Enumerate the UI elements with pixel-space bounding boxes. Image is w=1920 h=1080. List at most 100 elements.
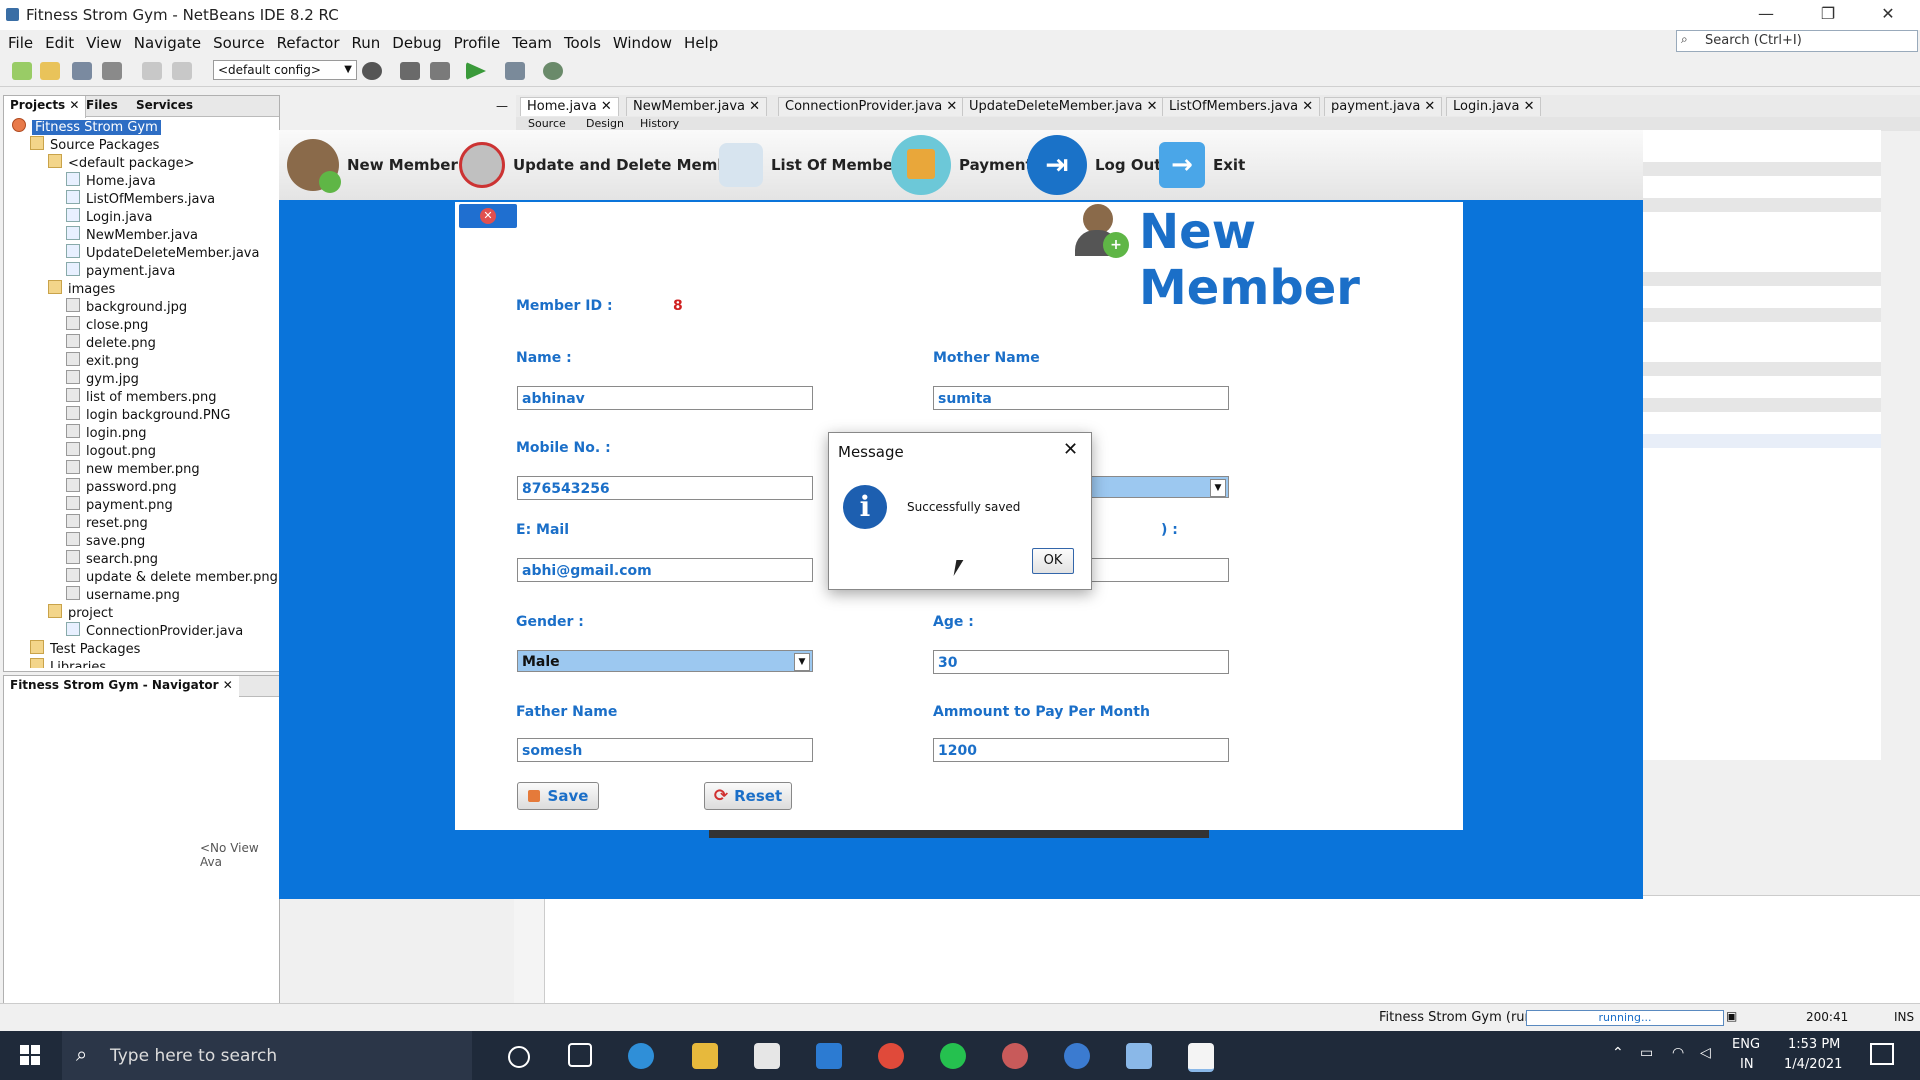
tree-item[interactable]: Libraries — [30, 658, 106, 668]
config-select[interactable]: <default config> ▼ — [213, 60, 357, 80]
language-primary[interactable]: ENG — [1732, 1037, 1760, 1052]
tree-item[interactable]: delete.png — [66, 334, 156, 352]
menu-view[interactable]: View — [80, 32, 128, 54]
tree-item[interactable]: UpdateDeleteMember.java — [66, 244, 259, 262]
menu-profile[interactable]: Profile — [448, 32, 507, 54]
reset-button[interactable]: ⟳ Reset — [704, 782, 792, 810]
volume-icon[interactable]: ◁ — [1700, 1045, 1711, 1061]
editor-tab-updatedeletemember[interactable]: UpdateDeleteMember.java ✕ — [962, 97, 1165, 116]
netbeans-icon[interactable] — [1126, 1043, 1152, 1069]
undo-icon[interactable] — [142, 62, 162, 80]
nav-list-members-button[interactable]: List Of Members — [719, 130, 910, 200]
minimize-panel-icon[interactable]: — — [496, 99, 508, 113]
notification-icon[interactable] — [1870, 1043, 1894, 1065]
wifi-icon[interactable]: ◠ — [1672, 1045, 1684, 1061]
tree-item[interactable]: gym.jpg — [66, 370, 139, 388]
tree-item[interactable]: images — [48, 280, 115, 298]
file-explorer-icon[interactable] — [692, 1043, 718, 1069]
tree-item[interactable]: list of members.png — [66, 388, 216, 406]
qbittorrent-icon[interactable] — [1064, 1043, 1090, 1069]
tree-item[interactable]: save.png — [66, 532, 145, 550]
menu-window[interactable]: Window — [607, 32, 678, 54]
profile-icon[interactable] — [543, 62, 563, 80]
tree-item[interactable]: ConnectionProvider.java — [66, 622, 243, 640]
restore-icon[interactable]: ❐ — [1808, 4, 1848, 26]
mother-name-field[interactable]: sumita — [933, 386, 1229, 410]
editor-tab-payment[interactable]: payment.java ✕ — [1324, 97, 1443, 116]
menu-edit[interactable]: Edit — [39, 32, 80, 54]
task-view-icon[interactable] — [568, 1043, 592, 1067]
nav-exit-button[interactable]: → Exit — [1159, 130, 1245, 200]
tree-item[interactable]: close.png — [66, 316, 148, 334]
chevron-up-icon[interactable]: ⌃ — [1612, 1045, 1624, 1061]
clean-build-icon[interactable] — [430, 62, 450, 80]
tree-item[interactable]: login.png — [66, 424, 147, 442]
tree-item[interactable]: Test Packages — [30, 640, 140, 658]
chrome-icon[interactable] — [878, 1043, 904, 1069]
close-form-button[interactable]: ✕ — [459, 204, 517, 228]
open-project-icon[interactable] — [72, 62, 92, 80]
close-window-icon[interactable]: ✕ — [1868, 4, 1908, 26]
tab-services[interactable]: Services — [130, 96, 199, 118]
save-all-icon[interactable] — [102, 62, 122, 80]
tree-item[interactable]: Home.java — [66, 172, 156, 190]
java-icon[interactable] — [1188, 1043, 1214, 1072]
tree-item[interactable]: login background.PNG — [66, 406, 230, 424]
tree-item[interactable]: password.png — [66, 478, 177, 496]
tree-item[interactable]: reset.png — [66, 514, 148, 532]
cortana-icon[interactable] — [508, 1046, 530, 1068]
nav-update-delete-button[interactable]: Update and Delete Member — [459, 130, 746, 200]
ide-search-input[interactable]: ⌕ Search (Ctrl+I) — [1676, 30, 1918, 52]
tab-navigator[interactable]: Fitness Strom Gym - Navigator ✕ — [4, 676, 239, 698]
editor-tab-listofmembers[interactable]: ListOfMembers.java ✕ — [1162, 97, 1321, 116]
cancel-process-icon[interactable]: ▣ — [1726, 1009, 1737, 1023]
store-icon[interactable] — [754, 1043, 780, 1069]
menu-run[interactable]: Run — [346, 32, 387, 54]
tree-item[interactable]: new member.png — [66, 460, 200, 478]
age-field[interactable]: 30 — [933, 650, 1229, 674]
mobile-field[interactable]: 876543256 — [517, 476, 813, 500]
editor-tab-home[interactable]: Home.java ✕ — [520, 97, 619, 116]
tree-item[interactable]: logout.png — [66, 442, 156, 460]
nav-logout-button[interactable]: ⇥ Log Out — [1027, 130, 1161, 200]
minimize-icon[interactable]: — — [1746, 4, 1786, 26]
editor-tab-login[interactable]: Login.java ✕ — [1446, 97, 1542, 116]
amount-field[interactable]: 1200 — [933, 738, 1229, 762]
build-hammer-icon[interactable] — [400, 62, 420, 80]
new-file-icon[interactable] — [12, 62, 32, 80]
subtab-history[interactable]: History — [640, 117, 679, 130]
mail-icon[interactable] — [816, 1043, 842, 1069]
redo-icon[interactable] — [172, 62, 192, 80]
editor-tab-newmember[interactable]: NewMember.java ✕ — [626, 97, 768, 116]
menu-help[interactable]: Help — [678, 32, 724, 54]
menu-file[interactable]: File — [2, 32, 39, 54]
email-field[interactable]: abhi@gmail.com — [517, 558, 813, 582]
tree-item[interactable]: NewMember.java — [66, 226, 198, 244]
output-panel[interactable] — [516, 895, 1920, 1004]
tree-item[interactable]: <default package> — [48, 154, 195, 172]
ok-button[interactable]: OK — [1032, 548, 1074, 574]
menu-navigate[interactable]: Navigate — [128, 32, 207, 54]
tree-item[interactable]: Fitness Strom Gym — [12, 118, 161, 136]
run-icon[interactable] — [466, 62, 486, 80]
save-button[interactable]: Save — [517, 782, 599, 810]
tree-item[interactable]: username.png — [66, 586, 180, 604]
nav-payment-button[interactable]: Payment — [891, 130, 1033, 200]
whatsapp-icon[interactable] — [940, 1043, 966, 1069]
edge-icon[interactable] — [628, 1043, 654, 1069]
tab-projects[interactable]: Projects ✕ — [4, 96, 87, 118]
debug-icon[interactable] — [505, 62, 525, 80]
editor-tab-connectionprovider[interactable]: ConnectionProvider.java ✕ — [778, 97, 965, 116]
tree-item[interactable]: Source Packages — [30, 136, 159, 154]
windows-start-icon[interactable] — [20, 1045, 40, 1065]
dialog-close-icon[interactable]: ✕ — [1063, 439, 1078, 460]
tree-item[interactable]: background.jpg — [66, 298, 187, 316]
editor-code-area[interactable] — [1640, 130, 1881, 760]
battery-icon[interactable]: ▭ — [1640, 1045, 1653, 1061]
subtab-design[interactable]: Design — [586, 117, 624, 130]
nav-new-member-button[interactable]: New Member — [287, 130, 458, 200]
tree-item[interactable]: update & delete member.png — [66, 568, 278, 586]
tree-item[interactable]: search.png — [66, 550, 158, 568]
taskbar-search-input[interactable]: ⌕ Type here to search — [62, 1031, 472, 1080]
name-field[interactable]: abhinav — [517, 386, 813, 410]
